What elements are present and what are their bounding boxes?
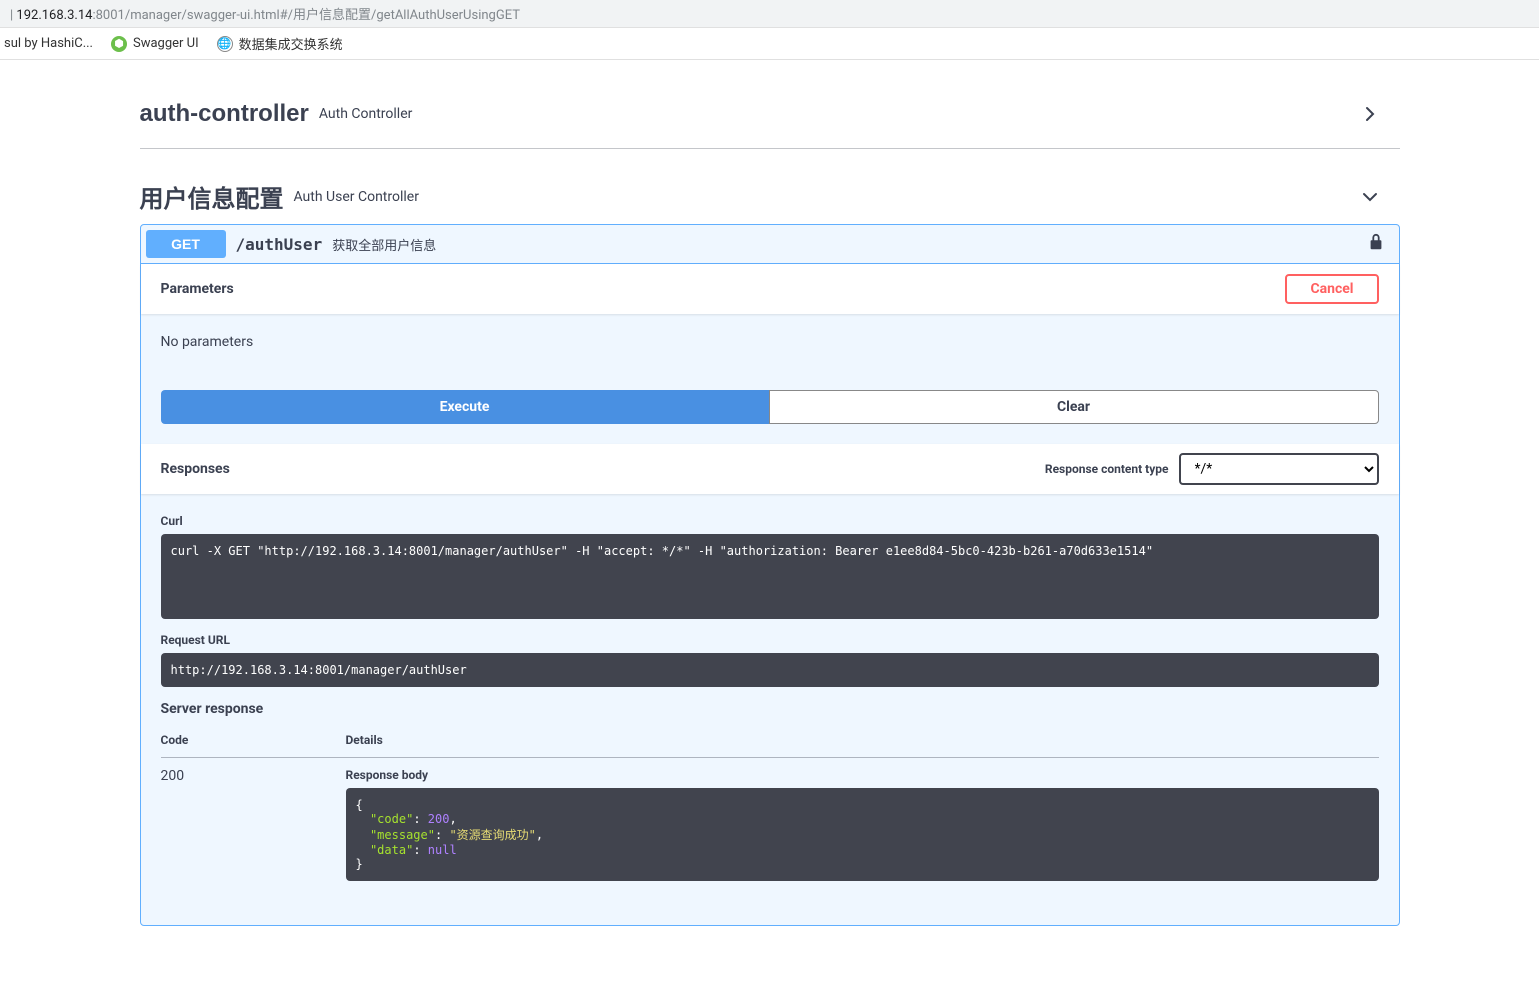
controller-auth: auth-controller Auth Controller	[140, 80, 1400, 149]
server-response-label: Server response	[161, 701, 1379, 717]
chevron-right-icon	[1360, 104, 1380, 124]
cancel-button[interactable]: Cancel	[1285, 274, 1378, 304]
bookmark-label: Swagger UI	[133, 36, 199, 51]
swagger-container: auth-controller Auth Controller 用户信息配置 A…	[140, 60, 1400, 951]
bookmark-label: sul by HashiC...	[4, 36, 93, 51]
request-url-value[interactable]: http://192.168.3.14:8001/manager/authUse…	[161, 653, 1379, 687]
bookmark-label: 数据集成交换系统	[239, 34, 343, 53]
parameters-header: Parameters Cancel	[141, 264, 1399, 314]
responses-header: Responses Response content type */*	[141, 444, 1399, 494]
request-url-label: Request URL	[161, 633, 1379, 647]
chevron-down-icon	[1360, 187, 1380, 207]
controller-name: auth-controller	[140, 100, 309, 128]
table-head-details: Details	[346, 723, 1379, 758]
responses-title: Responses	[161, 461, 230, 477]
bookmark-consul[interactable]: sul by HashiC...	[4, 36, 93, 51]
response-body-json[interactable]: { "code": 200, "message": "资源查询成功", "dat…	[346, 788, 1379, 881]
bookmarks-bar: sul by HashiC... ⬢ Swagger UI 🌐 数据集成交换系统	[0, 28, 1539, 60]
operation-body: Parameters Cancel No parameters Execute …	[141, 263, 1399, 925]
operation-get-authuser: GET /authUser 获取全部用户信息 Parameters Cancel…	[140, 224, 1400, 926]
method-badge: GET	[146, 230, 226, 258]
operation-summary[interactable]: GET /authUser 获取全部用户信息	[141, 225, 1399, 263]
bookmark-swagger[interactable]: ⬢ Swagger UI	[111, 36, 199, 52]
swagger-icon: ⬢	[111, 36, 127, 52]
no-parameters-text: No parameters	[141, 314, 1399, 370]
response-code: 200	[161, 758, 346, 906]
operation-path: /authUser	[226, 235, 333, 254]
content-type-select[interactable]: */*	[1179, 453, 1379, 485]
controller-desc: Auth Controller	[319, 106, 413, 122]
response-body-label: Response body	[346, 768, 1379, 782]
table-head-code: Code	[161, 723, 346, 758]
controller-tag-header[interactable]: auth-controller Auth Controller	[140, 90, 1400, 138]
browser-address-bar[interactable]: | 192.168.3.14:8001/manager/swagger-ui.h…	[0, 0, 1539, 28]
url-path: :8001/manager/swagger-ui.html#/用户信息配置/ge…	[92, 8, 520, 23]
execute-wrapper: Execute Clear	[141, 370, 1399, 444]
globe-icon: 🌐	[217, 36, 233, 52]
curl-label: Curl	[161, 514, 1379, 528]
controller-tag-header[interactable]: 用户信息配置 Auth User Controller	[140, 169, 1400, 224]
content-type-label: Response content type	[1045, 462, 1169, 476]
controller-desc: Auth User Controller	[294, 189, 419, 205]
operation-description: 获取全部用户信息	[332, 235, 436, 254]
execute-button[interactable]: Execute	[161, 390, 769, 424]
parameters-title: Parameters	[161, 281, 234, 297]
curl-command[interactable]: curl -X GET "http://192.168.3.14:8001/ma…	[161, 534, 1379, 619]
lock-icon[interactable]	[1368, 233, 1394, 255]
clear-button[interactable]: Clear	[769, 390, 1379, 424]
bookmark-dataexchange[interactable]: 🌐 数据集成交换系统	[217, 34, 343, 53]
response-table: Code Details 200 Response body { "code":…	[161, 723, 1379, 905]
controller-authuser: 用户信息配置 Auth User Controller GET /authUse…	[140, 159, 1400, 951]
url-host: 192.168.3.14	[16, 8, 92, 23]
controller-name: 用户信息配置	[140, 179, 284, 214]
response-section: Curl curl -X GET "http://192.168.3.14:80…	[141, 494, 1399, 925]
table-row: 200 Response body { "code": 200, "messag…	[161, 758, 1379, 906]
